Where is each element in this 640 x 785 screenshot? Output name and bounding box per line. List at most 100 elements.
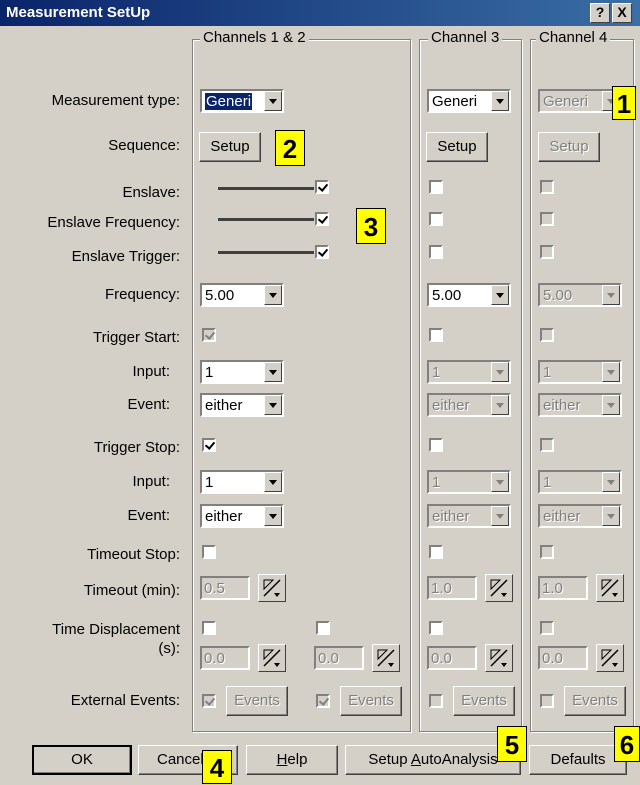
ch3-sequence-setup-button[interactable]: Setup bbox=[426, 132, 488, 162]
ch12-timeout-input[interactable]: 0.5 bbox=[200, 576, 250, 600]
ch12-start-input-select[interactable]: 1 bbox=[200, 360, 284, 384]
ch12-stop-event-select[interactable]: either bbox=[200, 504, 284, 528]
ch1-displacement-input[interactable]: 0.0 bbox=[200, 646, 250, 670]
ch1-time-displacement-checkbox[interactable] bbox=[202, 621, 216, 635]
ch3-frequency-select[interactable]: 5.00 bbox=[427, 283, 511, 307]
ch3-stop-event-select[interactable]: either bbox=[427, 504, 511, 528]
ch4-measurement-type-select[interactable]: Generi bbox=[538, 89, 622, 113]
setup-autoanalysis-button[interactable]: Setup AutoAnalysis bbox=[345, 745, 521, 775]
label-external-events: External Events: bbox=[70, 692, 180, 709]
ch4-enslave-trigger-checkbox[interactable] bbox=[540, 245, 554, 259]
chevron-down-icon bbox=[491, 362, 509, 382]
label-enslave: Enslave: bbox=[122, 184, 180, 201]
help-title-button[interactable]: ? bbox=[590, 3, 610, 23]
chevron-down-icon bbox=[602, 506, 620, 526]
ch3-timeout-input[interactable]: 1.0 bbox=[427, 576, 477, 600]
ch3-measurement-type-select[interactable]: Generi bbox=[427, 89, 511, 113]
ch4-stop-event-select[interactable]: either bbox=[538, 504, 622, 528]
label-timeout-min: Timeout (min): bbox=[83, 582, 180, 599]
help-button[interactable]: Help bbox=[246, 745, 338, 775]
chevron-down-icon bbox=[602, 285, 620, 305]
ok-button[interactable]: OK bbox=[32, 745, 132, 775]
ch2-events-button[interactable]: Events bbox=[340, 686, 402, 716]
ch4-frequency-select[interactable]: 5.00 bbox=[538, 283, 622, 307]
ch12-stop-input-select[interactable]: 1 bbox=[200, 470, 284, 494]
ch2-displacement-spinner[interactable] bbox=[372, 644, 400, 672]
ch1-events-button[interactable]: Events bbox=[226, 686, 288, 716]
title-bar: Measurement SetUp ? X bbox=[0, 0, 640, 26]
enslave-checkbox[interactable] bbox=[315, 180, 329, 194]
ch4-displacement-spinner[interactable] bbox=[596, 644, 624, 672]
ch3-trigger-stop-checkbox[interactable] bbox=[429, 438, 443, 452]
defaults-button[interactable]: Defaults bbox=[529, 745, 627, 775]
label-timeout-stop: Timeout Stop: bbox=[87, 546, 180, 563]
ch1-external-events-checkbox[interactable] bbox=[202, 694, 216, 708]
ch12-trigger-stop-checkbox[interactable] bbox=[202, 438, 216, 452]
ch3-start-input-select[interactable]: 1 bbox=[427, 360, 511, 384]
ch3-timeout-spinner[interactable] bbox=[485, 574, 513, 602]
group-channel-4-title: Channel 4 bbox=[536, 29, 611, 46]
enslave-link-line bbox=[218, 187, 314, 190]
close-title-button[interactable]: X bbox=[612, 3, 632, 23]
chevron-down-icon bbox=[264, 91, 282, 111]
ch12-measurement-type-select[interactable]: Generi bbox=[200, 89, 284, 113]
ch12-start-event-select[interactable]: either bbox=[200, 393, 284, 417]
ch4-time-displacement-checkbox[interactable] bbox=[540, 621, 554, 635]
callout-3: 3 bbox=[356, 208, 386, 244]
ch4-sequence-setup-button[interactable]: Setup bbox=[538, 132, 600, 162]
ch12-sequence-setup-button[interactable]: Setup bbox=[199, 132, 261, 162]
spinner-arrows-icon bbox=[263, 579, 281, 597]
ch4-external-events-checkbox[interactable] bbox=[540, 694, 554, 708]
label-frequency: Frequency: bbox=[104, 286, 180, 303]
ch12-timeout-stop-checkbox[interactable] bbox=[202, 545, 216, 559]
ch12-frequency-select[interactable]: 5.00 bbox=[200, 283, 284, 307]
ch12-timeout-spinner[interactable] bbox=[258, 574, 286, 602]
label-start-event: Event: bbox=[127, 396, 170, 413]
chevron-down-icon bbox=[491, 91, 509, 111]
ch4-trigger-start-checkbox[interactable] bbox=[540, 328, 554, 342]
chevron-down-icon bbox=[264, 395, 282, 415]
window-title: Measurement SetUp bbox=[6, 4, 151, 21]
ch2-external-events-checkbox[interactable] bbox=[316, 694, 330, 708]
ch4-timeout-spinner[interactable] bbox=[596, 574, 624, 602]
ch4-timeout-stop-checkbox[interactable] bbox=[540, 545, 554, 559]
ch3-events-button[interactable]: Events bbox=[453, 686, 515, 716]
chevron-down-icon bbox=[264, 506, 282, 526]
spinner-arrows-icon bbox=[601, 649, 619, 667]
ch3-enslave-checkbox[interactable] bbox=[429, 180, 443, 194]
callout-6: 6 bbox=[614, 726, 640, 762]
ch2-displacement-input[interactable]: 0.0 bbox=[314, 646, 364, 670]
ch1-displacement-spinner[interactable] bbox=[258, 644, 286, 672]
ch4-start-input-select[interactable]: 1 bbox=[538, 360, 622, 384]
spinner-arrows-icon bbox=[377, 649, 395, 667]
ch12-trigger-start-checkbox[interactable] bbox=[202, 328, 216, 342]
ch4-displacement-input[interactable]: 0.0 bbox=[538, 646, 588, 670]
ch3-displacement-spinner[interactable] bbox=[485, 644, 513, 672]
ch3-trigger-start-checkbox[interactable] bbox=[429, 328, 443, 342]
label-time-displacement-units: (s): bbox=[158, 640, 180, 657]
enslave-frequency-checkbox[interactable] bbox=[315, 212, 329, 226]
chevron-down-icon bbox=[264, 362, 282, 382]
label-measurement-type: Measurement type: bbox=[51, 92, 180, 109]
ch4-trigger-stop-checkbox[interactable] bbox=[540, 438, 554, 452]
callout-1: 1 bbox=[612, 86, 636, 120]
chevron-down-icon bbox=[264, 285, 282, 305]
ch4-timeout-input[interactable]: 1.0 bbox=[538, 576, 588, 600]
ch4-start-event-select[interactable]: either bbox=[538, 393, 622, 417]
ch2-time-displacement-checkbox[interactable] bbox=[316, 621, 330, 635]
ch3-enslave-frequency-checkbox[interactable] bbox=[429, 212, 443, 226]
ch4-enslave-checkbox[interactable] bbox=[540, 180, 554, 194]
ch4-events-button[interactable]: Events bbox=[564, 686, 626, 716]
ch4-stop-input-select[interactable]: 1 bbox=[538, 470, 622, 494]
ch3-time-displacement-checkbox[interactable] bbox=[429, 621, 443, 635]
callout-2: 2 bbox=[275, 130, 305, 166]
enslave-trigger-checkbox[interactable] bbox=[315, 245, 329, 259]
ch3-external-events-checkbox[interactable] bbox=[429, 694, 443, 708]
ch3-start-event-select[interactable]: either bbox=[427, 393, 511, 417]
ch4-enslave-frequency-checkbox[interactable] bbox=[540, 212, 554, 226]
callout-5: 5 bbox=[497, 726, 527, 762]
ch3-displacement-input[interactable]: 0.0 bbox=[427, 646, 477, 670]
ch3-stop-input-select[interactable]: 1 bbox=[427, 470, 511, 494]
ch3-timeout-stop-checkbox[interactable] bbox=[429, 545, 443, 559]
ch3-enslave-trigger-checkbox[interactable] bbox=[429, 245, 443, 259]
